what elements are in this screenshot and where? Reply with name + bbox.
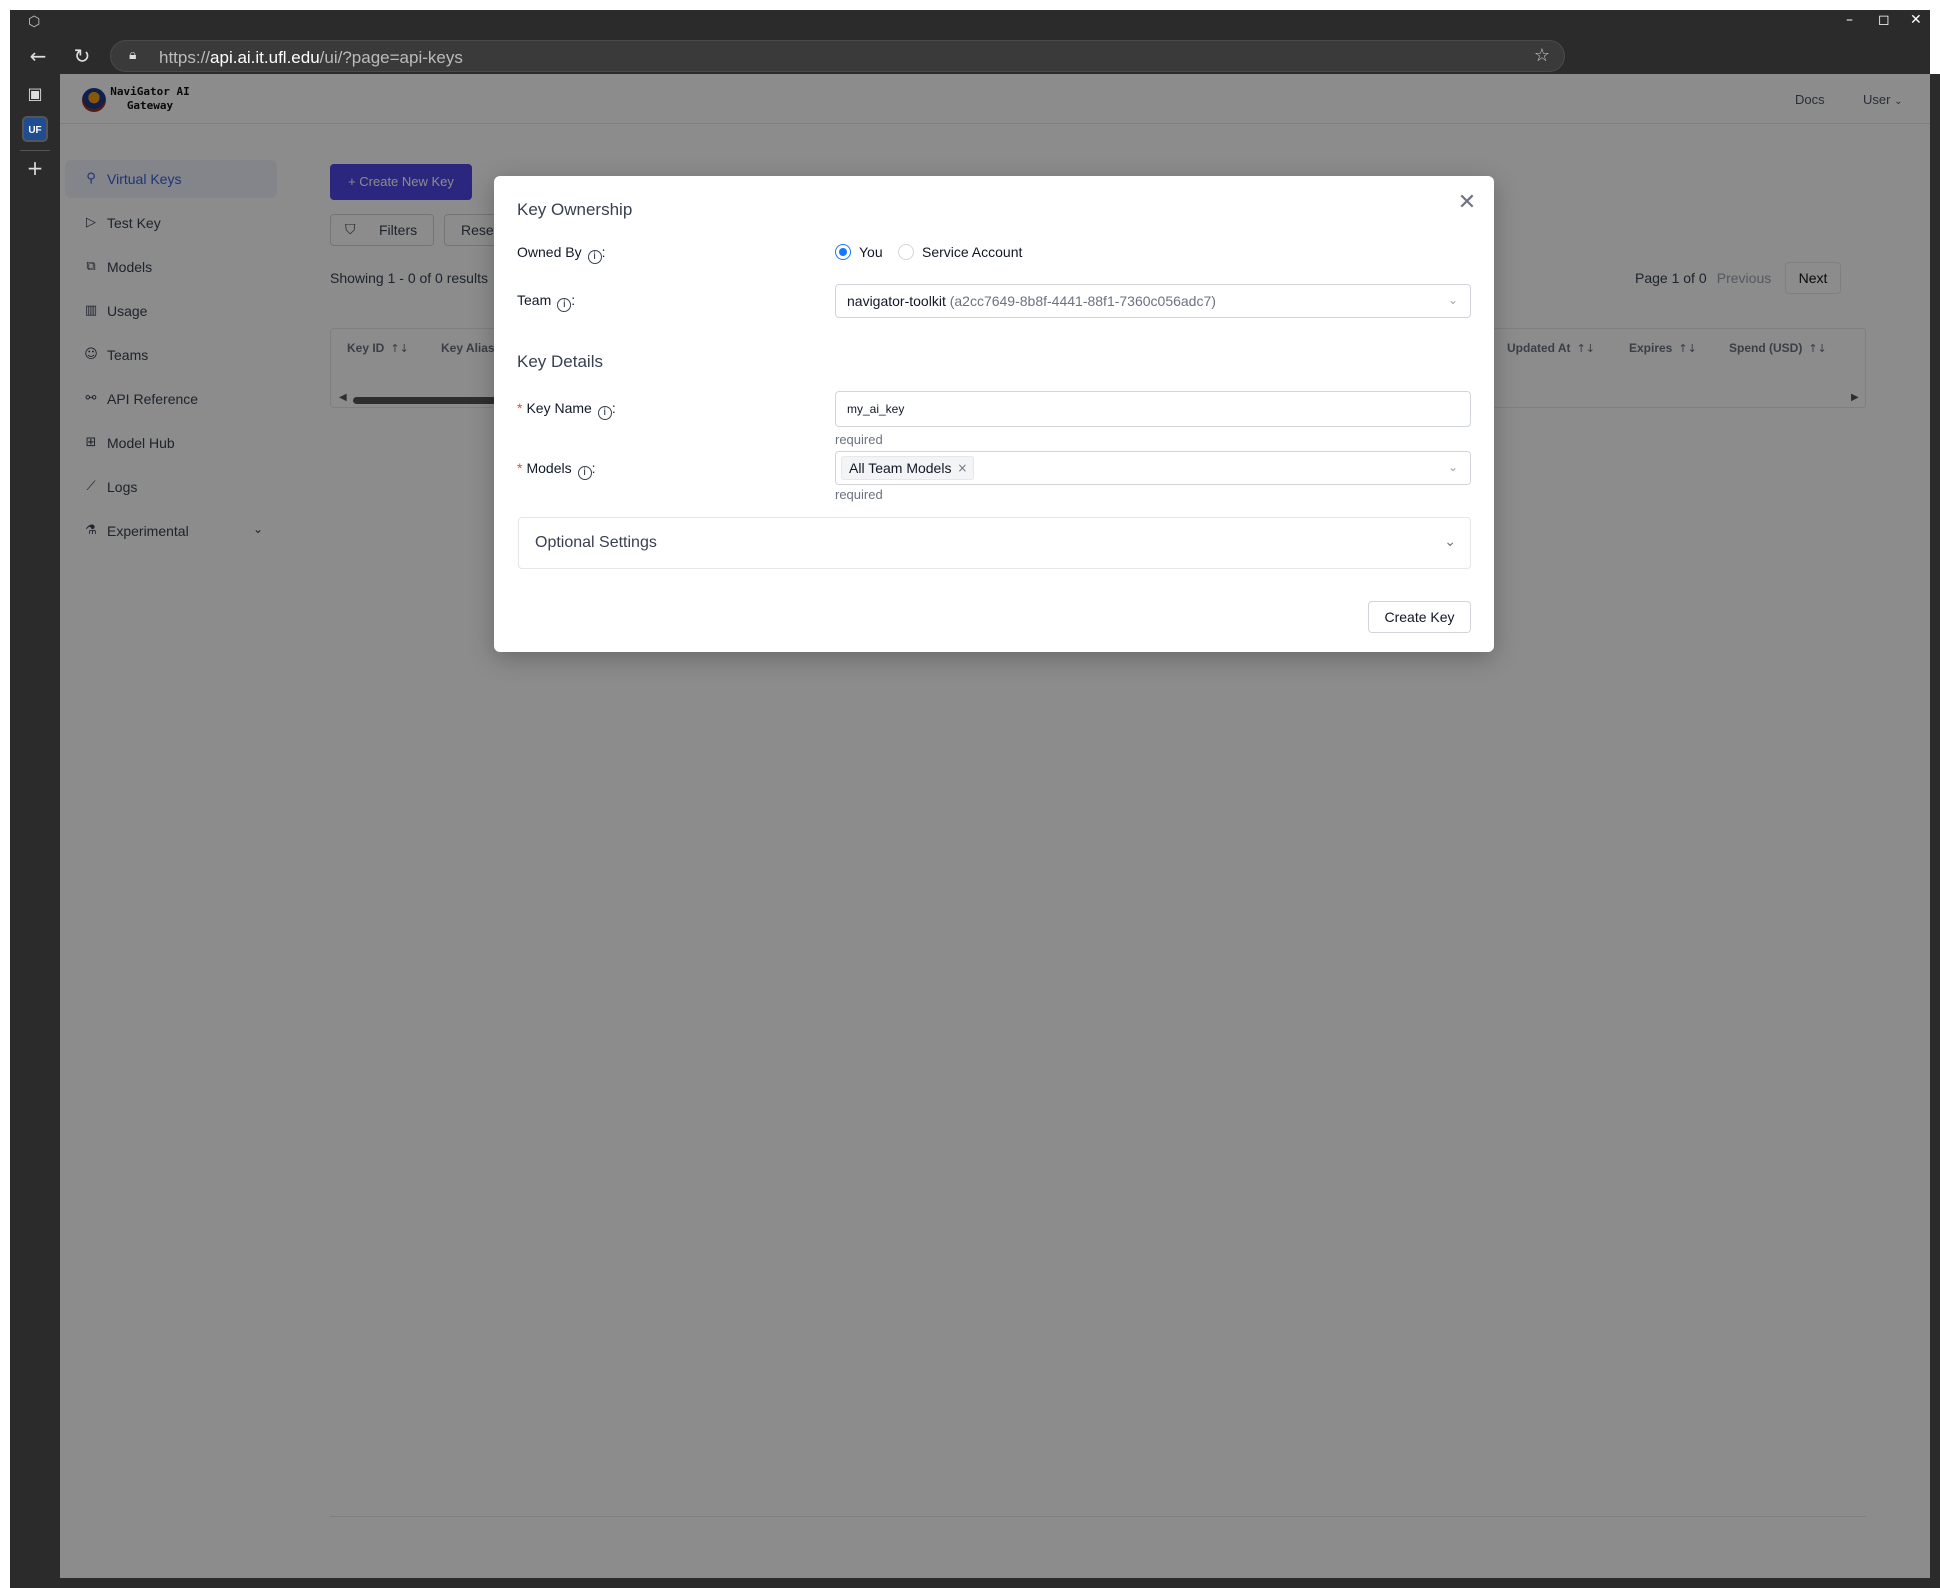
key-details-title: Key Details — [517, 352, 603, 371]
info-icon[interactable]: i — [577, 466, 592, 480]
browser-bottom-border — [10, 1578, 1940, 1588]
uf-tab-icon[interactable]: UF — [22, 116, 48, 142]
close-icon[interactable]: ✕ — [1456, 192, 1478, 214]
create-key-button[interactable]: Create Key — [1368, 601, 1471, 633]
address-bar[interactable]: 🔒︎ https://api.ai.it.ufl.edu/ui/?page=ap… — [110, 40, 1565, 72]
create-key-modal: ✕ Key Ownership Owned By i: You Service A… — [494, 176, 1494, 652]
key-name-input[interactable]: my_ai_key — [835, 391, 1471, 427]
minimize-icon[interactable]: – — [1846, 12, 1853, 28]
browser-nav: ← ↻ 🔒︎ https://api.ai.it.ufl.edu/ui/?pag… — [10, 38, 1930, 74]
models-label: * Models i: — [517, 460, 596, 480]
lock-icon: 🔒︎ — [129, 47, 137, 63]
models-hint: required — [835, 487, 883, 502]
reload-icon[interactable]: ↻ — [68, 42, 96, 70]
screen-margin — [0, 0, 10, 1588]
browser-app-icon: ⬡ — [28, 14, 41, 30]
optional-settings-title: Optional Settings — [535, 534, 657, 551]
remove-tag-icon[interactable]: × — [957, 457, 967, 479]
key-name-value: my_ai_key — [847, 402, 905, 416]
sidebar-toggle-icon[interactable]: ▣ — [25, 84, 45, 104]
info-icon[interactable]: i — [587, 250, 602, 264]
owner-option-service-account[interactable]: Service Account — [922, 244, 1022, 260]
chevron-down-icon: ⌄ — [1447, 460, 1458, 474]
model-tag: All Team Models × — [841, 456, 975, 480]
key-name-label: * Key Name i: — [517, 400, 616, 420]
info-icon[interactable]: i — [557, 298, 572, 312]
close-window-icon[interactable]: ✕ — [1910, 12, 1922, 28]
browser-toolbar: ⬡ – ◻ ✕ ← ↻ 🔒︎ https://api.ai.it.ufl.edu… — [10, 10, 1930, 74]
sidebar-divider — [20, 150, 50, 151]
browser-sidebar: ▣ UF + — [10, 74, 60, 1578]
window-titlebar: ⬡ – ◻ ✕ — [10, 10, 1930, 32]
chevron-down-icon: ⌄ — [1447, 293, 1458, 307]
owner-radio-service-account[interactable] — [898, 244, 914, 260]
maximize-icon[interactable]: ◻ — [1878, 12, 1890, 28]
chevron-down-icon: ⌄ — [1444, 534, 1456, 550]
owned-by-label: Owned By i: — [517, 244, 606, 264]
owner-option-you[interactable]: You — [859, 244, 883, 260]
owner-radio-you[interactable] — [835, 244, 851, 260]
key-ownership-title: Key Ownership — [517, 200, 633, 219]
bookmark-star-icon[interactable]: ☆ — [1534, 45, 1550, 66]
key-name-hint: required — [835, 432, 883, 447]
new-tab-plus-icon[interactable]: + — [25, 158, 45, 178]
team-label: Team i: — [517, 292, 576, 312]
models-select[interactable]: All Team Models × ⌄ — [835, 451, 1471, 485]
back-arrow-icon[interactable]: ← — [24, 42, 52, 70]
info-icon[interactable]: i — [597, 406, 612, 420]
browser-right-border — [1930, 74, 1940, 1578]
url-text: https://api.ai.it.ufl.edu/ui/?page=api-k… — [159, 48, 463, 67]
team-select[interactable]: navigator-toolkit (a2cc7649-8b8f-4441-88… — [835, 284, 1471, 318]
optional-settings-panel[interactable]: Optional Settings ⌄ — [518, 517, 1471, 569]
team-select-value: navigator-toolkit (a2cc7649-8b8f-4441-88… — [847, 293, 1216, 309]
